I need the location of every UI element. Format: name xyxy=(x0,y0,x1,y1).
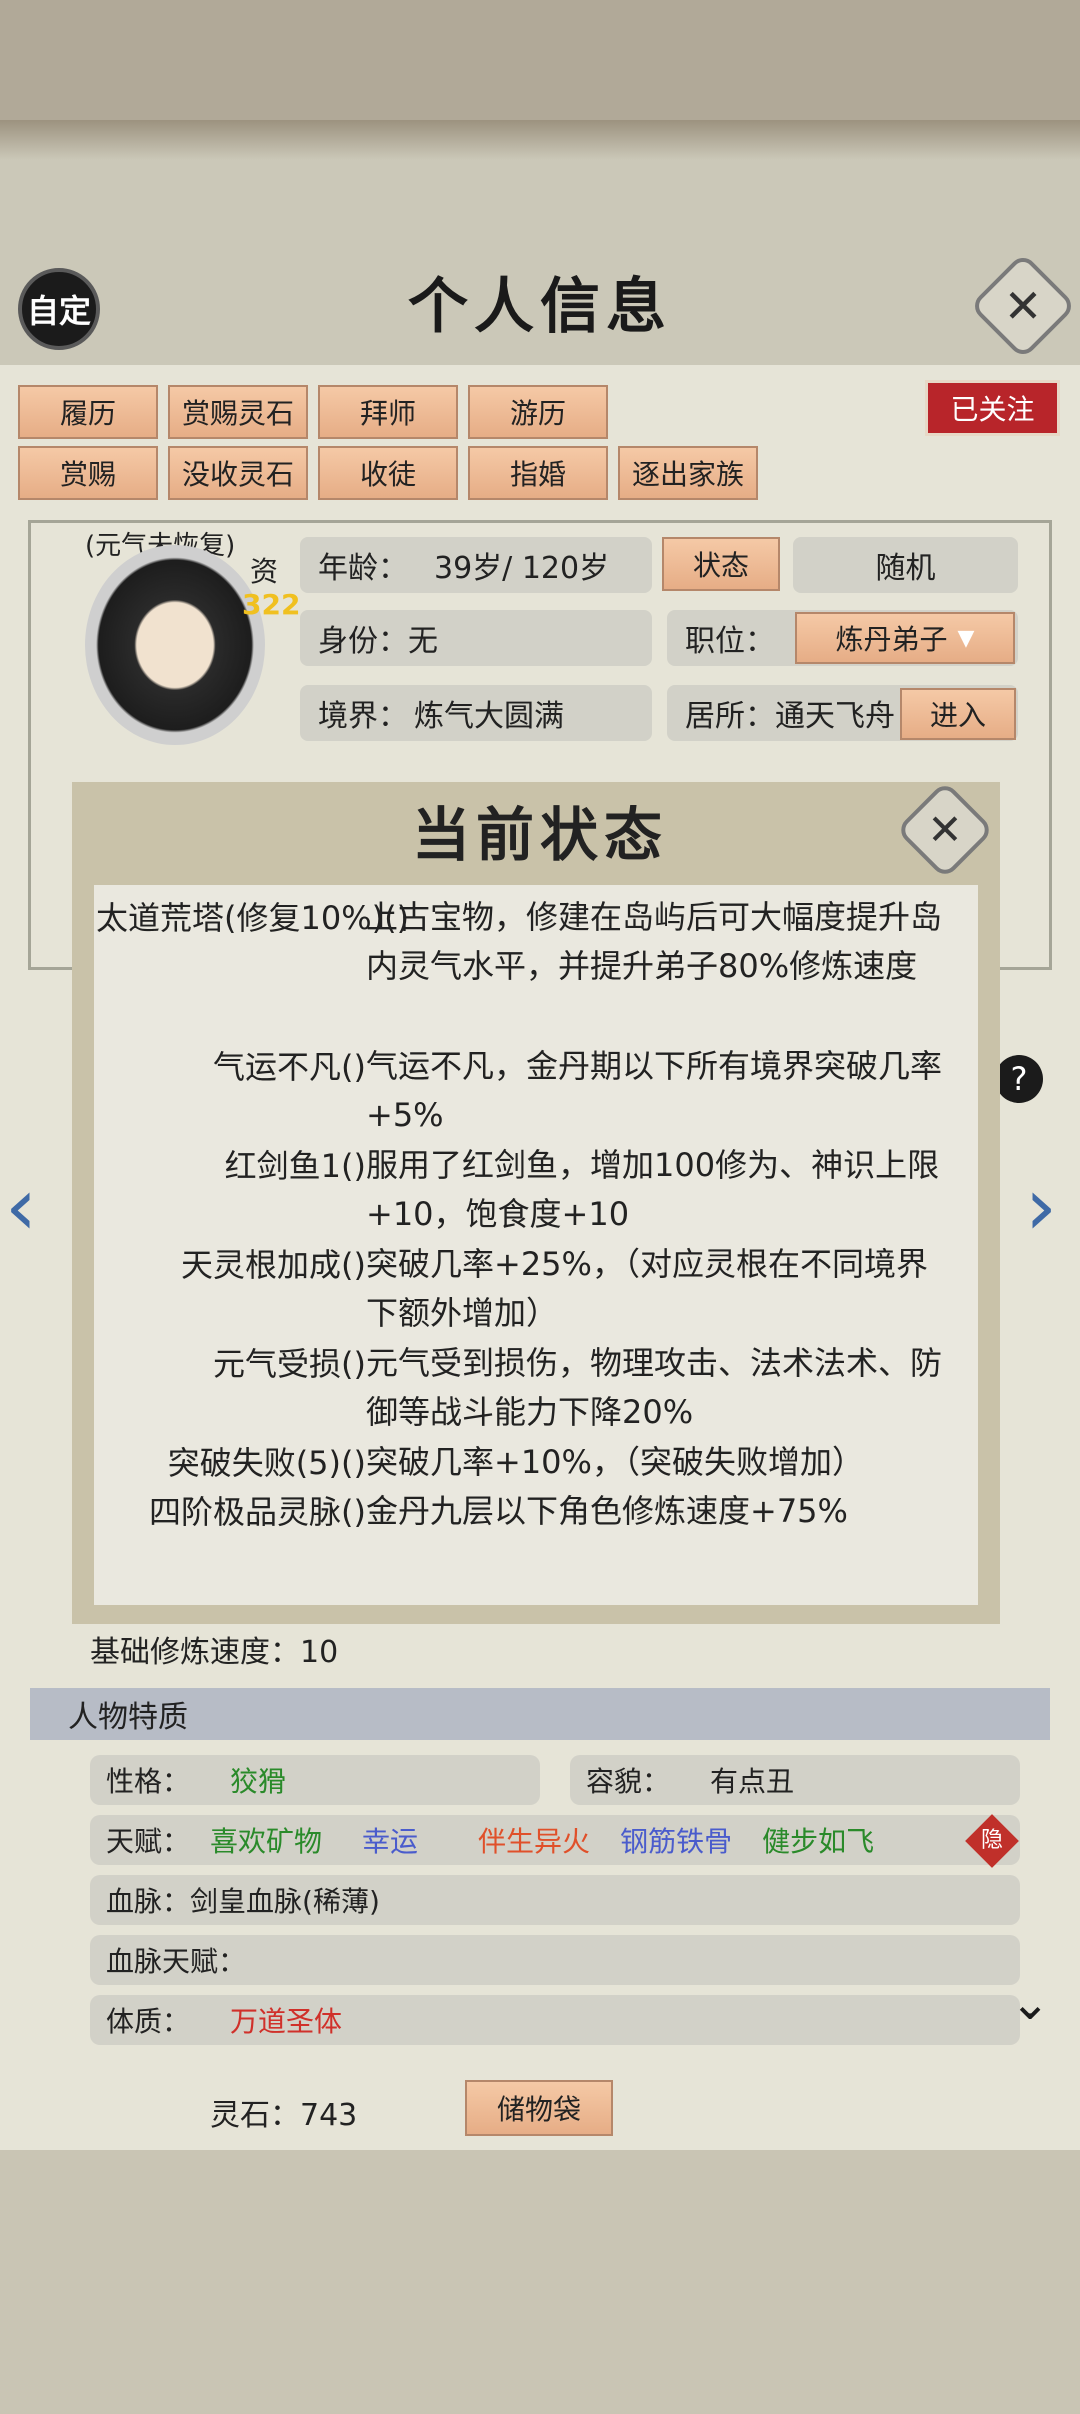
bloodline-talent-label: 血脉天赋： xyxy=(106,1945,247,1978)
base-cultivation-speed: 基础修炼速度：10 xyxy=(90,1635,339,1670)
appearance-value: 有点丑 xyxy=(710,1765,795,1798)
status-name: 元气受损() xyxy=(213,1345,366,1383)
reward-button[interactable]: 赏赐 xyxy=(18,446,158,500)
realm-field: 境界： 炼气大圆满 xyxy=(300,685,652,741)
physique-value: 万道圣体 xyxy=(230,2005,343,2038)
confiscate-stone-button[interactable]: 没收灵石 xyxy=(168,446,308,500)
age-label: 年龄： xyxy=(318,551,408,586)
take-disciple-button[interactable]: 收徒 xyxy=(318,446,458,500)
personality-label: 性格： xyxy=(106,1765,191,1798)
status-desc: 上古宝物，修建在岛屿后可大幅度提升岛内灵气水平，并提升弟子80%修炼速度 xyxy=(366,898,943,985)
talent-row: 天赋： 喜欢矿物 幸运 伴生异火 钢筋铁骨 健步如飞 xyxy=(90,1815,1020,1865)
top-decor-band xyxy=(0,0,1080,160)
help-icon[interactable]: ? xyxy=(995,1055,1043,1103)
bloodline-talent-row: 血脉天赋： xyxy=(90,1935,1020,1985)
status-desc: 气运不凡，金丹期以下所有境界突破几率+5% xyxy=(366,1047,943,1134)
enter-button[interactable]: 进入 xyxy=(900,688,1016,740)
avatar[interactable] xyxy=(85,545,265,745)
identity-label: 身份： xyxy=(318,624,408,659)
identity-field: 身份： 无 xyxy=(300,610,652,666)
modal-title: 当前状态 xyxy=(411,801,668,869)
traits-section-header: 人物特质 xyxy=(30,1688,1050,1740)
close-button[interactable]: ✕ xyxy=(969,252,1077,360)
chevron-down-icon[interactable]: ⌄ xyxy=(1010,1975,1050,2031)
status-desc: 突破几率+10%，（突破失败增加） xyxy=(366,1443,864,1481)
talent-item[interactable]: 健步如飞 xyxy=(762,1820,874,1860)
next-arrow-icon[interactable]: › xyxy=(1025,1160,1057,1253)
close-icon: ✕ xyxy=(1003,279,1043,333)
bloodline-value: 剑皇血脉(稀薄) xyxy=(190,1885,380,1918)
close-icon: ✕ xyxy=(927,805,963,854)
random-button[interactable]: 随机 xyxy=(793,537,1018,593)
status-name: 天灵根加成() xyxy=(181,1246,366,1284)
arrange-marriage-button[interactable]: 指婚 xyxy=(468,446,608,500)
residence-label: 居所： xyxy=(685,699,775,734)
hide-badge-label: 隐 xyxy=(980,1828,1003,1853)
status-name: 气运不凡() xyxy=(213,1048,366,1086)
bottom-decor-band xyxy=(0,2150,1080,2414)
personality-value: 狡猾 xyxy=(230,1765,287,1798)
expel-button[interactable]: 逐出家族 xyxy=(618,446,758,500)
talent-item[interactable]: 喜欢矿物 xyxy=(210,1820,322,1860)
realm-value: 炼气大圆满 xyxy=(414,699,564,734)
zi-value: 322 xyxy=(242,588,301,621)
custom-badge[interactable]: 自定 xyxy=(18,268,100,350)
physique-label: 体质： xyxy=(106,2005,191,2038)
chevron-down-icon: ▼ xyxy=(957,625,975,651)
status-desc: 元气受到损伤，物理攻击、法术法术、防御等战斗能力下降20% xyxy=(366,1344,943,1431)
talent-item[interactable]: 钢筋铁骨 xyxy=(620,1820,732,1860)
status-name: 红剑鱼1() xyxy=(224,1147,366,1185)
realm-label: 境界： xyxy=(318,699,408,734)
status-desc: 金丹九层以下角色修炼速度+75% xyxy=(366,1492,848,1530)
bloodline-row: 血脉： 剑皇血脉(稀薄) xyxy=(90,1875,1020,1925)
followed-badge[interactable]: 已关注 xyxy=(925,380,1060,436)
status-desc: 突破几率+25%，（对应灵根在不同境界下额外增加） xyxy=(366,1245,928,1332)
appearance-row: 容貌： 有点丑 xyxy=(570,1755,1020,1805)
talent-item[interactable]: 幸运 xyxy=(362,1820,418,1860)
apprentice-button[interactable]: 拜师 xyxy=(318,385,458,439)
personality-row: 性格： 狡猾 xyxy=(90,1755,540,1805)
bloodline-label: 血脉： xyxy=(106,1885,191,1918)
travel-button[interactable]: 游历 xyxy=(468,385,608,439)
appearance-label: 容貌： xyxy=(586,1765,671,1798)
status-name: 太道荒塔(修复10%)() xyxy=(96,899,410,937)
resume-button[interactable]: 履历 xyxy=(18,385,158,439)
talent-item[interactable]: 伴生异火 xyxy=(478,1820,590,1860)
status-name: 突破失败(5)() xyxy=(167,1444,366,1482)
status-desc: 服用了红剑鱼，增加100修为、神识上限+10，饱食度+10 xyxy=(366,1146,940,1233)
residence-value: 通天飞舟 xyxy=(775,699,895,734)
age-field: 年龄： 39岁/ 120岁 xyxy=(300,537,652,593)
physique-row: 体质： 万道圣体 xyxy=(90,1995,1020,2045)
position-label: 职位： xyxy=(685,624,775,659)
status-button[interactable]: 状态 xyxy=(662,537,780,591)
page-title: 个人信息 xyxy=(408,272,672,342)
prev-arrow-icon[interactable]: ‹ xyxy=(5,1160,37,1253)
spirit-stone-count: 灵石：743 xyxy=(210,2098,358,2133)
identity-value: 无 xyxy=(408,624,438,659)
talent-label: 天赋： xyxy=(106,1825,191,1858)
storage-bag-button[interactable]: 储物袋 xyxy=(465,2080,613,2136)
age-value: 39岁/ 120岁 xyxy=(434,551,610,586)
zi-label: 资 xyxy=(250,555,279,588)
status-name: 四阶极品灵脉() xyxy=(149,1493,366,1531)
reward-stone-button[interactable]: 赏赐灵石 xyxy=(168,385,308,439)
position-value: 炼丹弟子 xyxy=(835,623,948,656)
position-select[interactable]: 炼丹弟子 ▼ xyxy=(795,612,1015,664)
